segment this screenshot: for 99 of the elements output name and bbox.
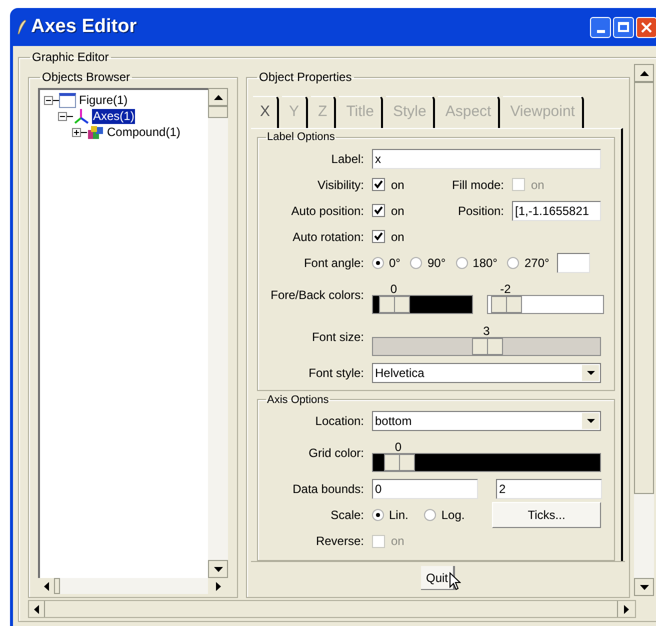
text-field[interactable]: 0 [372, 479, 478, 499]
radio-button[interactable] [456, 256, 468, 268]
slider-thumb[interactable] [379, 296, 410, 312]
vertical-scrollbar[interactable] [634, 64, 654, 596]
checkbox-label: on [391, 202, 404, 220]
text-field[interactable]: x [372, 148, 601, 168]
vertical-scrollbar[interactable] [208, 88, 228, 578]
left-arrow-icon [44, 582, 48, 590]
scroll-left-button[interactable] [38, 578, 54, 594]
field-label: Font style: [308, 364, 365, 382]
slider-track[interactable] [372, 336, 601, 356]
expand-icon[interactable] [72, 128, 81, 136]
slider-value: 0 [389, 280, 398, 294]
dropdown-value: bottom [374, 413, 413, 430]
tree-item[interactable]: Axes(1) [92, 108, 136, 124]
radio-button[interactable] [372, 509, 384, 521]
close-icon [641, 22, 652, 32]
field-label: Grid color: [308, 445, 365, 462]
field-label: Scale: [330, 507, 365, 524]
text-field[interactable]: 2 [496, 479, 602, 499]
field-label: Position: [456, 202, 505, 220]
scroll-down-button[interactable] [208, 560, 228, 578]
cubes-icon [87, 124, 104, 140]
slider-value: -2 [499, 280, 512, 294]
radio-label: Lin. [389, 507, 408, 524]
radio-button[interactable] [372, 256, 384, 268]
scroll-thumb[interactable] [634, 82, 654, 494]
checkbox-label: on [391, 228, 404, 246]
slider-thumb[interactable] [384, 454, 415, 471]
radio-label: 270° [524, 254, 550, 272]
group-title: Label Options [266, 130, 336, 145]
scroll-thumb[interactable] [54, 578, 60, 594]
checkbox-label: on [391, 176, 404, 194]
checkbox[interactable] [372, 230, 385, 243]
checkbox[interactable] [372, 178, 385, 191]
tab[interactable]: X [253, 96, 280, 128]
radio-button[interactable] [507, 256, 520, 268]
up-arrow-icon [214, 94, 222, 100]
field-label: Fill mode: [450, 176, 505, 194]
slider-thumb[interactable] [491, 296, 522, 312]
field-label: Fore/Back colors: [270, 286, 365, 304]
ticks-button[interactable]: Ticks... [492, 502, 601, 528]
collapse-icon[interactable] [58, 112, 67, 120]
tree-item[interactable]: Figure(1) [78, 92, 129, 108]
field-label: Font size: [310, 328, 365, 346]
horizontal-scrollbar[interactable] [28, 600, 636, 618]
scroll-up-button[interactable] [208, 88, 228, 106]
field-label: Visibility: [316, 176, 365, 194]
field-label: Label: [330, 150, 365, 168]
tree-item[interactable]: Compound(1) [106, 124, 182, 140]
checkbox[interactable] [372, 204, 385, 217]
scroll-right-button[interactable] [208, 578, 228, 594]
checkbox-label: on [391, 533, 404, 550]
up-arrow-icon [640, 70, 648, 76]
radio-button[interactable] [410, 256, 422, 268]
group-title: Object Properties [258, 69, 353, 86]
angle-field[interactable] [557, 252, 590, 272]
dropdown[interactable]: bottom [372, 411, 601, 431]
checkbox-label: on [531, 176, 544, 194]
window-title: Axes Editor [31, 14, 137, 39]
down-arrow-icon [640, 584, 648, 590]
feather-icon [17, 19, 27, 35]
right-arrow-icon [216, 582, 220, 590]
field-label: Data bounds: [292, 481, 365, 498]
radio-label: 90° [427, 254, 446, 272]
scroll-down-button[interactable] [634, 578, 654, 596]
collapse-icon[interactable] [44, 96, 53, 104]
field-label: Location: [314, 413, 365, 430]
field-label: Auto position: [290, 202, 365, 220]
minimize-button[interactable] [590, 16, 611, 38]
dropdown-value: Helvetica [374, 364, 426, 382]
field-label: Reverse: [314, 533, 365, 550]
mouse-pointer-icon [449, 572, 461, 591]
radio-button[interactable] [424, 509, 436, 521]
slider-track[interactable] [487, 294, 604, 314]
radio-label: 180° [472, 254, 498, 272]
slider-value: 0 [394, 439, 403, 453]
left-arrow-icon [34, 604, 39, 614]
slider-value: 3 [482, 322, 491, 336]
window-icon [59, 92, 76, 108]
radio-label: 0° [389, 254, 400, 272]
close-button[interactable] [636, 16, 656, 38]
axes-icon [73, 108, 90, 124]
maximize-button[interactable] [613, 16, 634, 38]
down-arrow-icon [214, 566, 222, 572]
right-arrow-icon [624, 604, 629, 614]
field-label: Auto rotation: [292, 228, 365, 246]
field-label: Font angle: [302, 254, 365, 272]
group-title: Graphic Editor [31, 49, 110, 66]
group-title: Axis Options [266, 392, 330, 408]
radio-label: Log. [441, 507, 465, 524]
scroll-thumb[interactable] [208, 106, 228, 118]
text-field[interactable]: [1,-1.1655821 [512, 200, 601, 220]
slider-track[interactable] [372, 294, 473, 314]
slider-thumb[interactable] [472, 338, 503, 354]
group-title: Objects Browser [41, 69, 132, 86]
scroll-up-button[interactable] [634, 64, 654, 82]
dropdown[interactable]: Helvetica [372, 362, 601, 382]
slider-track[interactable] [372, 453, 601, 472]
